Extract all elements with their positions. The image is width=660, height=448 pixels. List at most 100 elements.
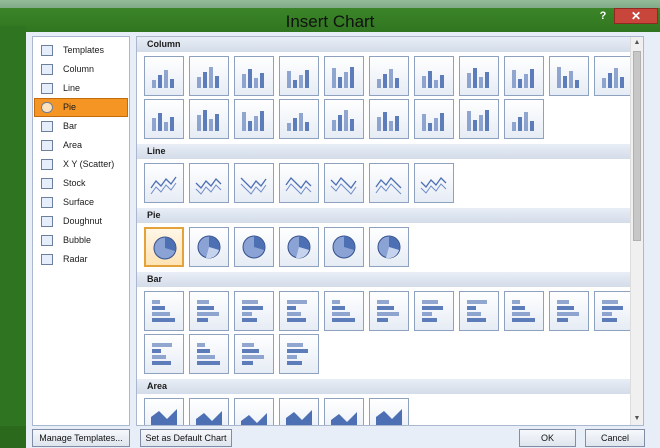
column-chart-option[interactable]: [414, 99, 454, 139]
sidebar-item-stock[interactable]: Stock: [34, 174, 128, 193]
area-chart-option[interactable]: [279, 398, 319, 425]
column-chart-option[interactable]: [504, 99, 544, 139]
bar-chart-option[interactable]: [234, 291, 274, 331]
bar-chart-icon: [41, 121, 53, 132]
sidebar-item-area[interactable]: Area: [34, 136, 128, 155]
sidebar-item-templates[interactable]: Templates: [34, 41, 128, 60]
cancel-button[interactable]: Cancel: [585, 429, 645, 447]
column-chart-option[interactable]: [369, 56, 409, 96]
bar-chart-option[interactable]: [144, 334, 184, 374]
gallery-scrollbar[interactable]: ▲ ▼: [630, 37, 643, 425]
column-chart-icon: [332, 67, 354, 88]
pie-chart-icon: [287, 235, 311, 259]
line-chart-option[interactable]: [189, 163, 229, 203]
scroll-down-arrow-icon[interactable]: ▼: [631, 413, 643, 425]
column-chart-option[interactable]: [369, 99, 409, 139]
sidebar-item-pie[interactable]: Pie: [34, 98, 128, 117]
sidebar-item-surface[interactable]: Surface: [34, 193, 128, 212]
bar-chart-option[interactable]: [594, 291, 634, 331]
column-chart-option[interactable]: [549, 56, 589, 96]
section-header-line: Line: [137, 144, 643, 159]
bar-chart-option[interactable]: [324, 291, 364, 331]
insert-chart-dialog: Templates Column Line Pie Bar Area X Y (Scatte…: [26, 32, 660, 448]
sidebar-item-x-y-scatter[interactable]: X Y (Scatter): [34, 155, 128, 174]
bar-chart-option[interactable]: [144, 291, 184, 331]
manage-templates-button[interactable]: Manage Templates...: [32, 429, 130, 447]
line-chart-grid: [137, 159, 643, 208]
pie-chart-option[interactable]: [369, 227, 409, 267]
sidebar-item-radar[interactable]: Radar: [34, 250, 128, 269]
line-chart-option[interactable]: [234, 163, 274, 203]
sidebar-item-doughnut[interactable]: Doughnut: [34, 212, 128, 231]
bar-chart-icon: [512, 300, 535, 322]
pie-chart-option[interactable]: [234, 227, 274, 267]
pie-chart-option[interactable]: [324, 227, 364, 267]
column-chart-option[interactable]: [594, 56, 634, 96]
column-chart-option[interactable]: [234, 56, 274, 96]
pie-chart-option[interactable]: [189, 227, 229, 267]
column-chart-option[interactable]: [189, 56, 229, 96]
pie-chart-icon: [197, 235, 221, 259]
line-chart-option[interactable]: [279, 163, 319, 203]
sidebar-item-line[interactable]: Line: [34, 79, 128, 98]
bar-chart-option[interactable]: [549, 291, 589, 331]
column-chart-option[interactable]: [459, 56, 499, 96]
bar-chart-icon: [332, 300, 355, 322]
column-chart-option[interactable]: [234, 99, 274, 139]
sidebar-item-bar[interactable]: Bar: [34, 117, 128, 136]
area-chart-icon: [241, 413, 267, 425]
column-chart-option[interactable]: [324, 99, 364, 139]
area-chart-option[interactable]: [324, 398, 364, 425]
line-chart-option[interactable]: [324, 163, 364, 203]
ok-button[interactable]: OK: [519, 429, 576, 447]
pie-chart-option[interactable]: [279, 227, 319, 267]
pie-chart-icon: [377, 235, 401, 259]
bar-chart-option[interactable]: [279, 334, 319, 374]
bar-chart-option[interactable]: [459, 291, 499, 331]
column-chart-option[interactable]: [414, 56, 454, 96]
line-chart-icon: [150, 176, 177, 195]
bar-chart-option[interactable]: [414, 291, 454, 331]
column-chart-option[interactable]: [459, 99, 499, 139]
bar-chart-option[interactable]: [504, 291, 544, 331]
pie-chart-option[interactable]: [144, 227, 184, 267]
column-chart-icon: [242, 111, 264, 131]
bar-chart-icon: [197, 300, 219, 322]
set-default-chart-button[interactable]: Set as Default Chart: [140, 429, 232, 447]
column-chart-option[interactable]: [504, 56, 544, 96]
column-chart-option[interactable]: [279, 56, 319, 96]
column-chart-option[interactable]: [144, 56, 184, 96]
column-chart-option[interactable]: [279, 99, 319, 139]
bar-chart-option[interactable]: [234, 334, 274, 374]
bar-chart-icon: [287, 300, 307, 322]
line-chart-option[interactable]: [369, 163, 409, 203]
scroll-thumb[interactable]: [633, 51, 641, 241]
sidebar-item-bubble[interactable]: Bubble: [34, 231, 128, 250]
area-chart-option[interactable]: [144, 398, 184, 425]
help-button[interactable]: ?: [596, 9, 610, 23]
column-chart-option[interactable]: [324, 56, 364, 96]
column-chart-option[interactable]: [144, 99, 184, 139]
area-chart-option[interactable]: [369, 398, 409, 425]
sidebar-item-column[interactable]: Column: [34, 60, 128, 79]
scroll-up-arrow-icon[interactable]: ▲: [631, 37, 643, 49]
bar-chart-option[interactable]: [189, 334, 229, 374]
stock-chart-icon: [41, 178, 53, 189]
chart-gallery: Column Line Pie Bar Area ▲ ▼: [136, 36, 644, 426]
line-chart-option[interactable]: [144, 163, 184, 203]
line-chart-icon: [41, 83, 53, 94]
bar-chart-option[interactable]: [279, 291, 319, 331]
bar-chart-option[interactable]: [189, 291, 229, 331]
line-chart-option[interactable]: [414, 163, 454, 203]
chart-type-sidebar: Templates Column Line Pie Bar Area X Y (Scatte…: [32, 36, 130, 426]
area-chart-option[interactable]: [189, 398, 229, 425]
area-chart-option[interactable]: [234, 398, 274, 425]
column-chart-icon: [197, 110, 219, 131]
bar-chart-icon: [377, 300, 399, 322]
bar-chart-option[interactable]: [369, 291, 409, 331]
column-chart-icon: [287, 70, 309, 88]
column-chart-icon: [422, 113, 444, 131]
line-chart-icon: [420, 176, 447, 194]
column-chart-option[interactable]: [189, 99, 229, 139]
close-button[interactable]: ✕: [614, 8, 658, 24]
